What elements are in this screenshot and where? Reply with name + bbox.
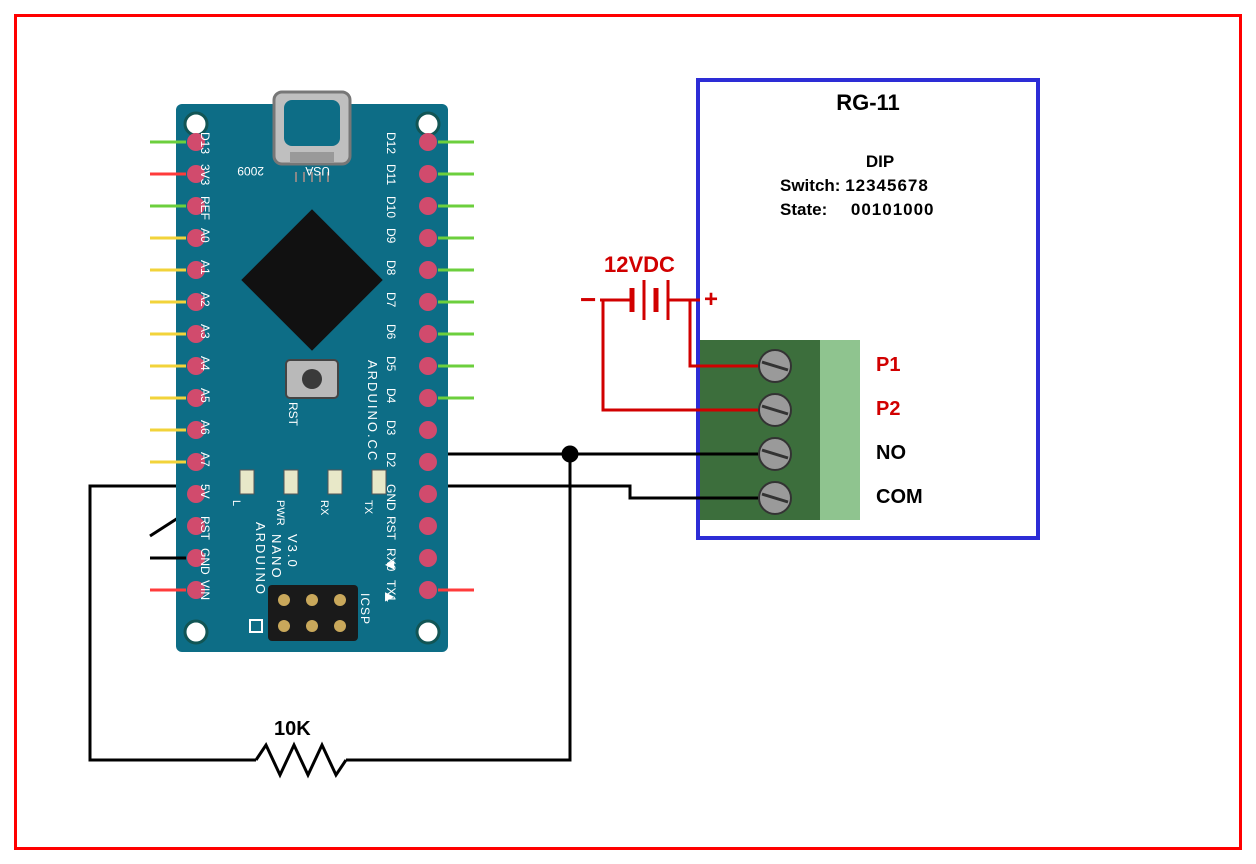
silk-arduino: ARDUINO [253,522,268,596]
pin-left-2: REF [198,196,212,220]
pin-left-9: A6 [198,420,212,435]
power-label: 12VDC [604,252,675,278]
rst-stub [150,518,178,536]
pin-right-2: D10 [384,196,398,218]
tx-arrow-icon: ▶ [385,589,394,603]
silk-arduino-cc: ARDUINO.CC [365,360,380,462]
pin-right-1: D11 [384,164,398,185]
pin-left-4: A1 [198,260,212,275]
pin-right-5: D7 [384,292,398,307]
terminal-no: NO [876,442,906,465]
rx-arrow-icon: ◀ [385,557,394,571]
pin-left-0: D13 [198,132,212,154]
pin-left-3: A0 [198,228,212,243]
dip-state-label: State: [780,200,827,219]
terminal-p1: P1 [876,354,900,377]
silk-v30: V3.0 [285,534,300,569]
dip-state-value: 00101000 [851,200,935,219]
pin-left-14: VIN [198,580,212,600]
pin-right-8: D4 [384,388,398,403]
pin-left-8: A5 [198,388,212,403]
resistor-label: 10K [274,718,311,741]
pin-right-9: D3 [384,420,398,435]
pin-left-10: A7 [198,452,212,467]
silk-2009: 2009 [237,164,264,178]
rg11-title: RG-11 [698,90,1038,116]
dip-switch-value: 12345678 [845,176,929,195]
diagram-canvas: RG-11 DIP Switch: 12345678 State: 001010… [0,0,1256,864]
led-pwr: PWR [274,500,286,526]
led-rx: RX [318,500,330,515]
dip-header: DIP [780,150,980,174]
silk-icsp: ICSP [358,593,372,625]
power-plus-icon: + [704,286,718,314]
pin-left-11: 5V [198,484,212,499]
pin-left-7: A4 [198,356,212,371]
pin-right-3: D9 [384,228,398,243]
pin-right-7: D5 [384,356,398,371]
graphics-layer [0,0,1256,864]
pin-right-6: D6 [384,324,398,339]
dip-block: DIP Switch: 12345678 State: 00101000 [780,150,980,222]
pin-right-4: D8 [384,260,398,275]
pin-left-1: 3V3 [198,164,212,185]
pin-right-10: D2 [384,452,398,467]
dip-switch-label: Switch: [780,176,840,195]
pin-right-12: RST [384,516,398,540]
pin-left-13: GND [198,548,212,575]
led-tx: TX [362,500,374,514]
led-l: L [230,500,242,506]
terminal-com: COM [876,486,923,509]
silk-usa: USA [305,164,330,178]
pin-left-6: A3 [198,324,212,339]
pin-right-11: GND [384,484,398,511]
pin-left-12: RST [198,516,212,540]
silk-nano: NANO [269,534,284,580]
silk-rst: RST [286,402,300,426]
pin-left-5: A2 [198,292,212,307]
pin-right-0: D12 [384,132,398,154]
power-minus-icon: − [580,284,596,316]
terminal-p2: P2 [876,398,900,421]
